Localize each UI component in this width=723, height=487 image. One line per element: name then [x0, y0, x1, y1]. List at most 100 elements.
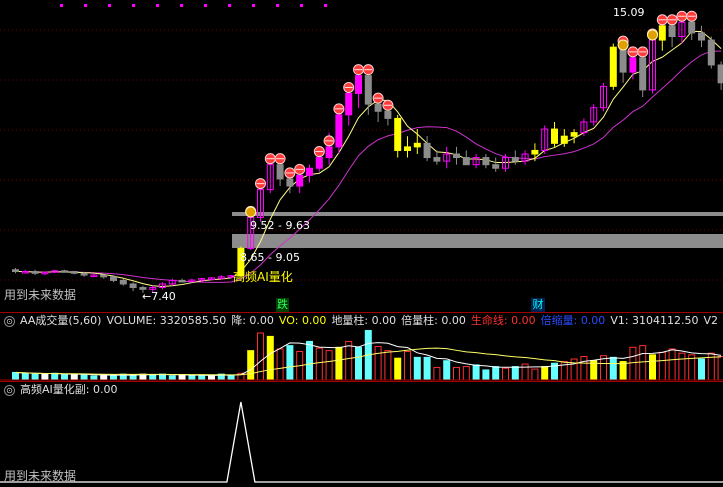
price-range-label-upper: 9.52 - 9.63 [250, 219, 310, 232]
volume-bar [80, 374, 88, 381]
jiang-label: 降: [231, 314, 246, 327]
candle-body [462, 157, 470, 166]
volume-bar [31, 373, 39, 381]
settings-circle-icon[interactable]: ⊙ [4, 316, 15, 327]
top-marker-dot [156, 4, 159, 7]
candle-body [384, 110, 392, 119]
candle-body [119, 279, 127, 285]
volume-bar [521, 363, 529, 381]
volume-bar [580, 356, 588, 381]
volume-bar [649, 354, 656, 381]
candle-body [129, 283, 137, 289]
money-bag-icon [245, 206, 257, 218]
candle-body [482, 157, 490, 166]
vo-value: 0.00 [301, 314, 327, 327]
event-marker-cai[interactable]: 财 [531, 298, 545, 312]
candle-body [668, 25, 676, 37]
volume-bar [619, 361, 627, 381]
volume-indicator-title[interactable]: AA成交量(5,60) [20, 314, 101, 327]
beiliang-label: 倍量柱: [401, 314, 438, 327]
volume-bar [658, 351, 666, 381]
candle-body [629, 57, 637, 73]
volume-bar [472, 364, 480, 381]
price-range-label-lower: 8.65 - 9.05 [240, 251, 300, 264]
sub-indicator-header: 高频AI量化副: 0.00 [20, 383, 122, 397]
shengming-value: 0.00 [511, 314, 536, 327]
candle-body [178, 279, 186, 283]
volume-bar [678, 352, 686, 381]
volume-bar [717, 356, 723, 381]
volume-bar [374, 345, 382, 381]
volume-bar [257, 332, 264, 381]
low-price-label: ←7.40 [142, 290, 176, 303]
low-price-value: 7.40 [151, 290, 176, 303]
panel-divider-sub [0, 381, 723, 382]
candle-body [61, 270, 68, 273]
candle-body [296, 174, 304, 187]
volume-bar [129, 374, 137, 381]
volume-bar [433, 366, 441, 381]
volume-bar [413, 356, 421, 381]
top-marker-dot [60, 4, 63, 7]
candle-body [453, 153, 460, 159]
v1-label: V1: [610, 314, 629, 327]
candle-body [276, 164, 284, 180]
top-marker-dot [324, 4, 327, 7]
volume-bar [61, 374, 68, 381]
candle-body [404, 146, 411, 151]
volume-bar [384, 350, 392, 381]
top-marker-dot [180, 4, 183, 7]
arrow-left-icon: ← [142, 290, 152, 303]
candle-body [100, 274, 108, 278]
volume-bar [502, 367, 509, 381]
volume-bar [315, 347, 323, 381]
candle-body [355, 75, 362, 94]
volume-bar [325, 350, 333, 381]
sub-indicator-line [0, 401, 723, 483]
volume-bar [629, 346, 637, 381]
sub-indicator-title[interactable]: 高频AI量化副 [20, 383, 86, 396]
candle-body [619, 46, 627, 73]
volume-bar [609, 356, 617, 381]
volume-bar [639, 345, 647, 381]
top-marker-dot [300, 4, 303, 7]
money-bag-icon [617, 39, 629, 51]
stock-chart-window: 9.52 - 9.63 8.65 - 9.05 高频AI量化 用到未来数据 15… [0, 0, 723, 487]
candle-body [286, 178, 294, 187]
candle-body [325, 146, 333, 159]
shengming-label: 生命线: [470, 314, 508, 327]
volume-bar [100, 374, 108, 381]
settings-circle-icon[interactable]: ⊙ [4, 385, 15, 396]
volume-bar [306, 340, 313, 381]
candle-body [31, 271, 39, 274]
candle-body [531, 149, 539, 155]
volume-bar [423, 356, 431, 381]
candle-body [658, 25, 666, 41]
volume-bar [110, 375, 117, 381]
candle-body [413, 142, 421, 148]
candle-body [335, 114, 343, 148]
candle-body [345, 92, 353, 116]
candle-body [315, 157, 323, 169]
candle-body [639, 57, 647, 91]
volume-indicator-header: AA成交量(5,60) VOLUME: 3320585.50 降: 0.00 VO: … [20, 314, 723, 328]
volume-bar [188, 375, 196, 381]
volume-bar [482, 369, 490, 381]
beisuo-value: 0.00 [580, 314, 606, 327]
main-candlestick-chart[interactable] [0, 0, 723, 487]
volume-bar [51, 372, 59, 381]
future-data-watermark-sub: 用到未来数据 [4, 469, 77, 483]
jiang-value: 0.00 [249, 314, 274, 327]
candle-body [609, 46, 617, 87]
top-marker-dot [132, 4, 135, 7]
volume-bar [453, 366, 460, 381]
candle-body [698, 32, 705, 41]
volume-bar [178, 374, 186, 381]
beisuo-label: 倍缩量: [540, 314, 578, 327]
candle-body [80, 272, 88, 276]
signal-label: 高频AI量化 [233, 270, 293, 284]
event-marker-die[interactable]: 跌 [276, 298, 289, 312]
vo-label: VO: [278, 314, 299, 327]
diliang-value: 0.00 [371, 314, 397, 327]
volume-bar [531, 368, 539, 381]
